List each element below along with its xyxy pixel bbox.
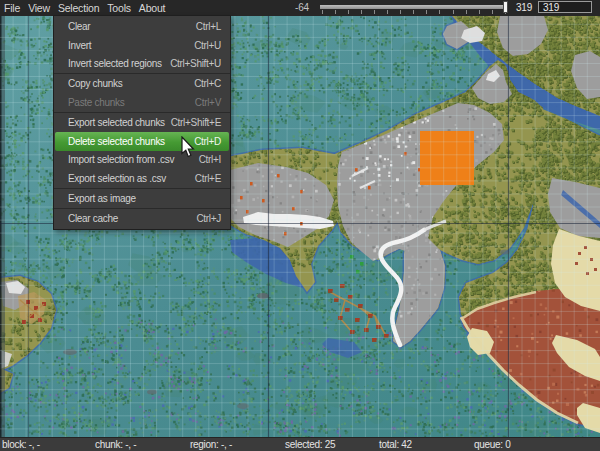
status-selected: selected: 25 xyxy=(285,439,335,450)
mouse-cursor-icon xyxy=(181,136,201,160)
menu-item-label: Clear xyxy=(68,21,90,32)
menu-item-delete-selected-chunks[interactable]: Delete selected chunksCtrl+D xyxy=(55,132,229,151)
menu-item-label: Paste chunks xyxy=(68,97,124,108)
slider-tick xyxy=(387,10,388,14)
menu-item-copy-chunks[interactable]: Copy chunks Ctrl+C xyxy=(54,74,230,93)
slider-tick xyxy=(335,10,336,14)
menu-item-import-selection-from-csv[interactable]: Import selection from .csv Ctrl+I xyxy=(54,151,230,170)
menu-item-shortcut: Ctrl+Shift+U xyxy=(170,58,221,69)
slider-tick xyxy=(322,10,323,14)
menu-item-invert-selected-regions[interactable]: Invert selected regions Ctrl+Shift+U xyxy=(54,55,230,74)
slider-tick xyxy=(426,10,427,14)
menu-item-label: Import selection from .csv xyxy=(68,154,174,165)
menu-item-shortcut: Ctrl+E xyxy=(195,173,221,184)
slider-tick xyxy=(400,10,401,14)
slider-tick xyxy=(348,10,349,14)
menu-item-shortcut: Ctrl+L xyxy=(196,21,221,32)
menu-item-label: Clear cache xyxy=(68,213,118,224)
menu-item-shortcut: Ctrl+U xyxy=(194,40,221,51)
status-chunk: chunk: -, - xyxy=(95,439,136,450)
menu-item-invert[interactable]: Invert Ctrl+U xyxy=(54,36,230,55)
status-block: block: -, - xyxy=(2,439,40,450)
slider-tick xyxy=(361,10,362,14)
slider-tick xyxy=(492,10,493,14)
menubar-item-file[interactable]: File xyxy=(0,1,24,15)
slider-tick xyxy=(466,10,467,14)
menu-item-export-as-image[interactable]: Export as image xyxy=(54,189,230,208)
menu-item-label: Invert selected regions xyxy=(68,58,162,69)
slider-tick xyxy=(439,10,440,14)
slider-tick xyxy=(413,10,414,14)
menu-item-export-selected-chunks[interactable]: Export selected chunks Ctrl+Shift+E xyxy=(54,113,230,132)
menu-item-paste-chunks[interactable]: Paste chunks Ctrl+V xyxy=(54,93,230,112)
menu-item-shortcut: Ctrl+Shift+E xyxy=(171,117,221,128)
y-min-label: -64 xyxy=(295,2,309,13)
menu-item-shortcut: Ctrl+I xyxy=(199,154,221,165)
menu-item-label: Export as image xyxy=(68,193,136,204)
menu-item-label: Export selection as .csv xyxy=(68,173,166,184)
menubar-item-tools[interactable]: Tools xyxy=(103,1,135,15)
menu-item-label: Delete selected chunks xyxy=(68,136,165,147)
menu-item-label: Invert xyxy=(68,40,91,51)
menu-item-export-selection-as-csv[interactable]: Export selection as .csv Ctrl+E xyxy=(54,169,230,188)
status-bar: block: -, - chunk: -, - region: -, - select… xyxy=(0,437,600,451)
y-value-label: 319 xyxy=(516,2,532,13)
slider-tick xyxy=(374,10,375,14)
menu-item-label: Copy chunks xyxy=(68,78,123,89)
menu-bar: FileViewSelectionToolsAbout -64 319 319 xyxy=(0,0,600,16)
menu-item-label: Export selected chunks xyxy=(68,117,165,128)
menu-item-shortcut: Ctrl+J xyxy=(196,213,221,224)
slider-handle[interactable] xyxy=(503,1,508,13)
menu-item-clear[interactable]: Clear Ctrl+L xyxy=(54,17,230,36)
menu-item-clear-cache[interactable]: Clear cache Ctrl+J xyxy=(54,209,230,228)
menubar-item-view[interactable]: View xyxy=(24,1,54,15)
menu-item-shortcut: Ctrl+V xyxy=(195,97,221,108)
status-total: total: 42 xyxy=(379,439,412,450)
selection-menu-dropdown: Clear Ctrl+L Invert Ctrl+U Invert selected r… xyxy=(53,15,231,230)
menubar-item-about[interactable]: About xyxy=(135,1,169,15)
slider-tick xyxy=(453,10,454,14)
status-region: region: -, - xyxy=(190,439,232,450)
y-level-slider[interactable] xyxy=(320,0,512,16)
menu-item-shortcut: Ctrl+C xyxy=(194,78,221,89)
y-value-input[interactable]: 319 xyxy=(538,1,592,13)
status-queue: queue: 0 xyxy=(474,439,511,450)
slider-tick xyxy=(479,10,480,14)
slider-track[interactable] xyxy=(320,5,506,9)
menubar-item-selection[interactable]: Selection xyxy=(54,1,103,15)
selected-chunks-region xyxy=(420,131,474,185)
